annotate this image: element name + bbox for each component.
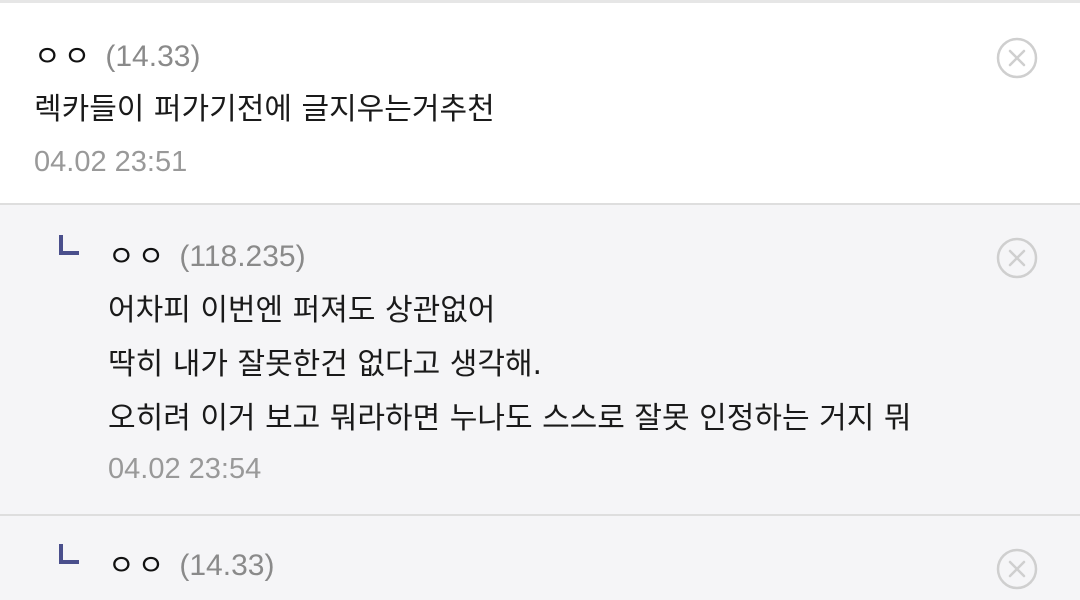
delete-comment-button[interactable] (996, 548, 1038, 590)
reply-item: ㅇㅇ (14.33) (0, 516, 1080, 600)
comment-line: 오히려 이거 보고 뭐라하면 누나도 스스로 잘못 인정하는 거지 뭐 (108, 401, 912, 436)
comment-ip: (14.33) (105, 40, 201, 73)
comment-body: 어차피 이번엔 퍼져도 상관없어 딱히 내가 잘못한건 없다고 생각해. 오히려… (108, 284, 911, 446)
circle-x-icon (996, 237, 1038, 279)
delete-comment-button[interactable] (996, 37, 1038, 79)
comment-nickname[interactable]: ㅇㅇ (108, 233, 167, 275)
circle-x-icon (996, 37, 1038, 79)
comment-timestamp: 04.02 23:51 (34, 146, 188, 178)
delete-comment-button[interactable] (996, 237, 1038, 279)
comment-nickname[interactable]: ㅇㅇ (34, 33, 93, 75)
comment-item: ㅇㅇ (14.33) 렉카들이 퍼가기전에 글지우는거추천 04.02 23:5… (0, 3, 1080, 205)
comment-ip: (14.33) (179, 549, 275, 582)
reply-arrow-icon (59, 235, 79, 255)
comment-timestamp: 04.02 23:54 (108, 453, 262, 485)
comment-line: 어차피 이번엔 퍼져도 상관없어 (108, 293, 496, 328)
comment-header: ㅇㅇ (118.235) (108, 233, 306, 275)
comment-line: 딱히 내가 잘못한건 없다고 생각해. (108, 347, 543, 382)
reply-arrow-icon (59, 544, 79, 564)
reply-item: ㅇㅇ (118.235) 어차피 이번엔 퍼져도 상관없어 딱히 내가 잘못한건… (0, 205, 1080, 516)
circle-x-icon (996, 548, 1038, 590)
comment-body: 렉카들이 퍼가기전에 글지우는거추천 (34, 83, 495, 137)
comment-header: ㅇㅇ (14.33) (34, 33, 200, 75)
comment-line: 렉카들이 퍼가기전에 글지우는거추천 (34, 92, 495, 127)
comment-header: ㅇㅇ (14.33) (108, 542, 274, 584)
comment-ip: (118.235) (179, 240, 306, 273)
comment-nickname[interactable]: ㅇㅇ (108, 542, 167, 584)
